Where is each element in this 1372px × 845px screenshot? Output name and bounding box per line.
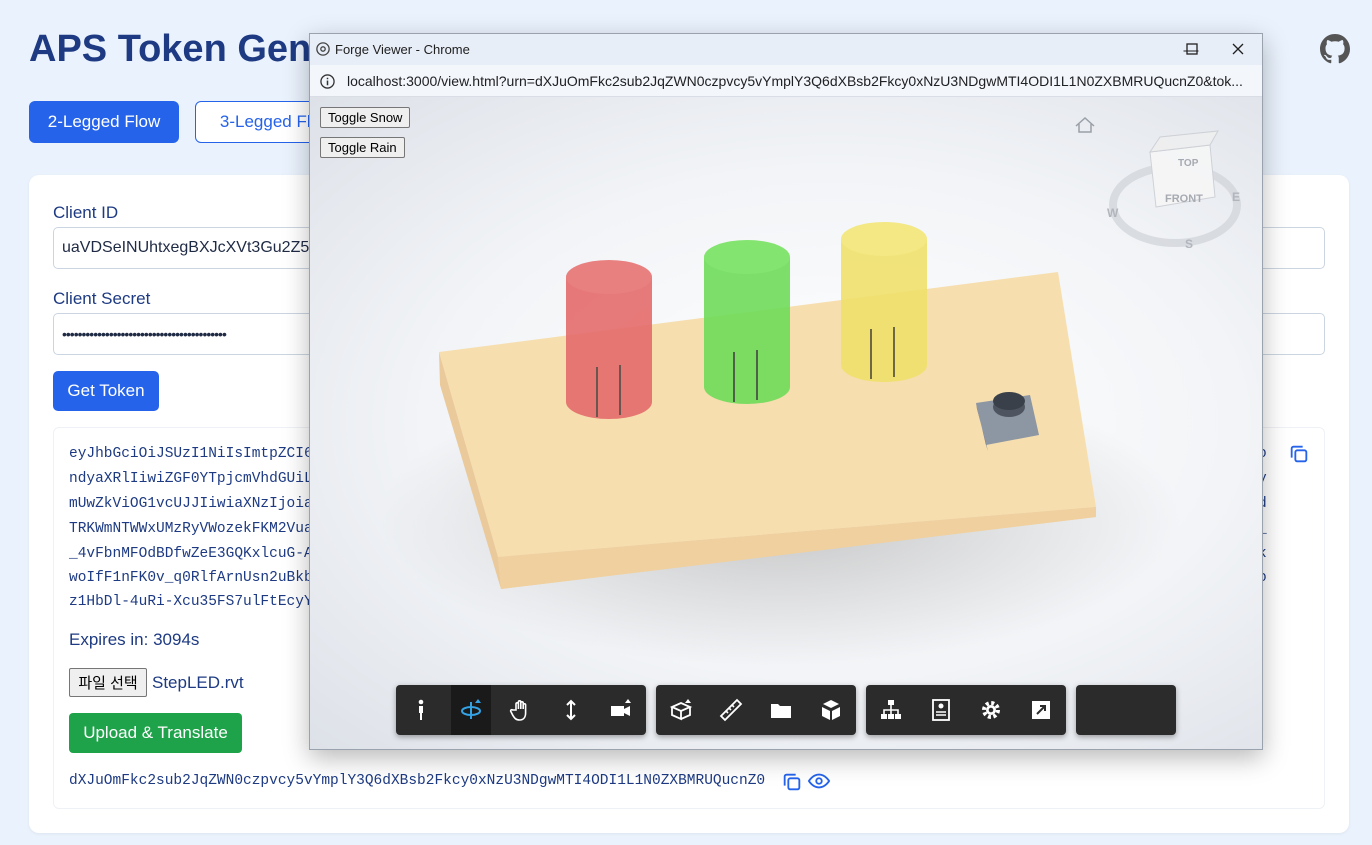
address-bar: localhost:3000/view.html?urn=dXJuOmFkc2s… (310, 65, 1262, 97)
view-cube: TOP FRONT W E S (1107, 130, 1241, 251)
yellow-led (841, 222, 927, 382)
upload-translate-button[interactable]: Upload & Translate (69, 713, 242, 753)
viewcube-s-label: S (1185, 237, 1193, 251)
window-titlebar[interactable]: Forge Viewer - Chrome — (310, 34, 1262, 65)
walk-icon (418, 699, 424, 720)
orbit-icon (461, 699, 481, 719)
model-browser-icon (771, 704, 791, 718)
expires-text: Expires in: 3094s (69, 630, 200, 649)
navigation-toolbar (396, 685, 646, 735)
explode-tool[interactable] (811, 685, 851, 735)
walk-tool[interactable] (401, 685, 441, 735)
viewer-canvas[interactable]: TOP FRONT W E S Toggle Snow Toggle Rain (310, 97, 1262, 749)
token-line: z1HbDl-4uRi-Xcu35FS7ulFtEcyY (69, 594, 313, 610)
dolly-icon (566, 699, 576, 721)
close-icon[interactable] (1232, 43, 1244, 55)
settings-tool[interactable] (971, 685, 1011, 735)
model-browser-tool[interactable] (761, 685, 801, 735)
token-line: _4vFbnMFOdBDfwZeE3GQKxlcuG-A (69, 546, 313, 562)
viewcube-w-label: W (1107, 206, 1119, 220)
page-title: APS Token Gene (29, 28, 333, 70)
home-icon (1075, 116, 1095, 133)
pan-icon (509, 700, 527, 721)
token-line: woIfF1nFK0v_q0RlfArnUsn2uBkb (69, 570, 313, 586)
viewcube-e-label: E (1232, 190, 1240, 204)
maximize-icon[interactable] (1186, 43, 1198, 55)
camera-icon (611, 699, 631, 716)
pan-tool[interactable] (501, 685, 541, 735)
github-icon[interactable] (1320, 34, 1350, 64)
token-line: mUwZkViOG1vcUJJIiwiaXNzIjoia (69, 496, 313, 512)
window-title: Forge Viewer - Chrome (335, 42, 470, 57)
red-led (566, 260, 652, 419)
model-toolbar (656, 685, 856, 735)
toggle-rain-button[interactable]: Toggle Rain (320, 137, 405, 158)
choose-file-button[interactable]: 파일 선택 (69, 668, 147, 697)
client-id-label: Client ID (53, 203, 119, 222)
urn-text: dXJuOmFkc2sub2JqZWN0czpvcy5vYmplY3Q6dXBs… (69, 773, 766, 789)
properties-icon (932, 699, 950, 721)
chrome-icon (316, 42, 330, 56)
token-line: ndyaXRlIiwiZGF0YTpjcmVhdGUiL (69, 471, 313, 487)
two-legged-flow-button[interactable]: 2-Legged Flow (29, 101, 179, 143)
settings-toolbar (866, 685, 1066, 735)
orbit-tool[interactable] (451, 685, 491, 735)
measure-tool[interactable] (711, 685, 751, 735)
explode-icon (822, 700, 840, 720)
client-secret-label: Client Secret (53, 289, 151, 308)
url-text[interactable]: localhost:3000/view.html?urn=dXJuOmFkc2s… (347, 73, 1247, 89)
get-token-button[interactable]: Get Token (53, 371, 159, 411)
info-icon[interactable] (320, 74, 335, 89)
model-scene: TOP FRONT W E S (380, 116, 1241, 667)
viewcube-top-label: TOP (1178, 158, 1199, 169)
structure-icon (881, 700, 901, 719)
viewcube-front-label: FRONT (1165, 193, 1203, 205)
copy-token-icon[interactable] (1288, 443, 1310, 465)
file-name: StepLED.rvt (152, 673, 244, 692)
properties-tool[interactable] (921, 685, 961, 735)
toggle-snow-button[interactable]: Toggle Snow (320, 107, 411, 128)
camera-tool[interactable] (601, 685, 641, 735)
measure-icon (719, 698, 743, 722)
settings-icon (982, 701, 1000, 719)
forge-viewer-window: Forge Viewer - Chrome — localhost:3000/v… (309, 33, 1263, 750)
copy-urn-icon[interactable] (781, 771, 803, 793)
dolly-tool[interactable] (551, 685, 591, 735)
section-tool[interactable] (661, 685, 701, 735)
fullscreen-icon (1032, 701, 1050, 719)
token-line: eyJhbGciOiJSUzI1NiIsImtpZCI6 (69, 446, 313, 462)
fullscreen-tool[interactable] (1021, 685, 1061, 735)
structure-tool[interactable] (871, 685, 911, 735)
section-icon (669, 699, 693, 721)
token-line: TRKWmNTWWxUMzRyVWozekFKM2Vua (69, 521, 313, 537)
view-eye-icon[interactable] (807, 770, 831, 792)
extension-toolbar (1076, 685, 1176, 735)
green-led (704, 240, 790, 404)
